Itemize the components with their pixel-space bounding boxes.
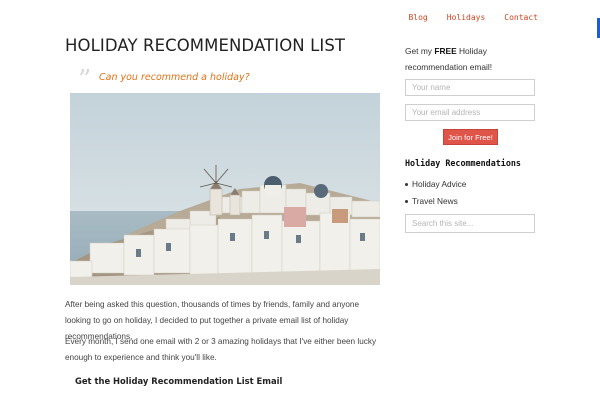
signup-emphasis: FREE — [434, 46, 457, 56]
signup-prefix: Get my — [405, 46, 435, 56]
sidebar-link-holiday-advice[interactable]: Holiday Advice — [412, 179, 466, 189]
pull-quote: Can you recommend a holiday? — [99, 72, 250, 83]
signup-intro: Get my FREE Holiday recommendation email… — [405, 43, 535, 75]
nav-link-holidays[interactable]: Holidays — [447, 13, 486, 22]
nav-link-blog[interactable]: Blog — [408, 13, 427, 22]
hero-image-santorini — [70, 93, 380, 285]
search-input[interactable] — [405, 214, 535, 233]
bullet-icon — [405, 183, 408, 186]
quote-mark-icon: ” — [78, 65, 92, 95]
list-item: Travel News — [405, 193, 466, 210]
sidebar-link-list: Holiday Advice Travel News — [405, 176, 466, 210]
join-button[interactable]: Join for Free! — [443, 129, 498, 145]
monthly-email-paragraph: Every month, I send one email with 2 or … — [65, 337, 377, 362]
bullet-icon — [405, 200, 408, 203]
top-nav: Blog Holidays Contact — [408, 13, 538, 22]
sidebar-link-travel-news[interactable]: Travel News — [412, 196, 458, 206]
cta-heading: Get the Holiday Recommendation List Emai… — [75, 376, 283, 386]
list-item: Holiday Advice — [405, 176, 466, 193]
email-field[interactable] — [405, 104, 535, 121]
nav-link-contact[interactable]: Contact — [504, 13, 538, 22]
sidebar-section-heading: Holiday Recommendations — [405, 158, 521, 168]
page-title: HOLIDAY RECOMMENDATION LIST — [65, 36, 346, 55]
name-field[interactable] — [405, 79, 535, 96]
